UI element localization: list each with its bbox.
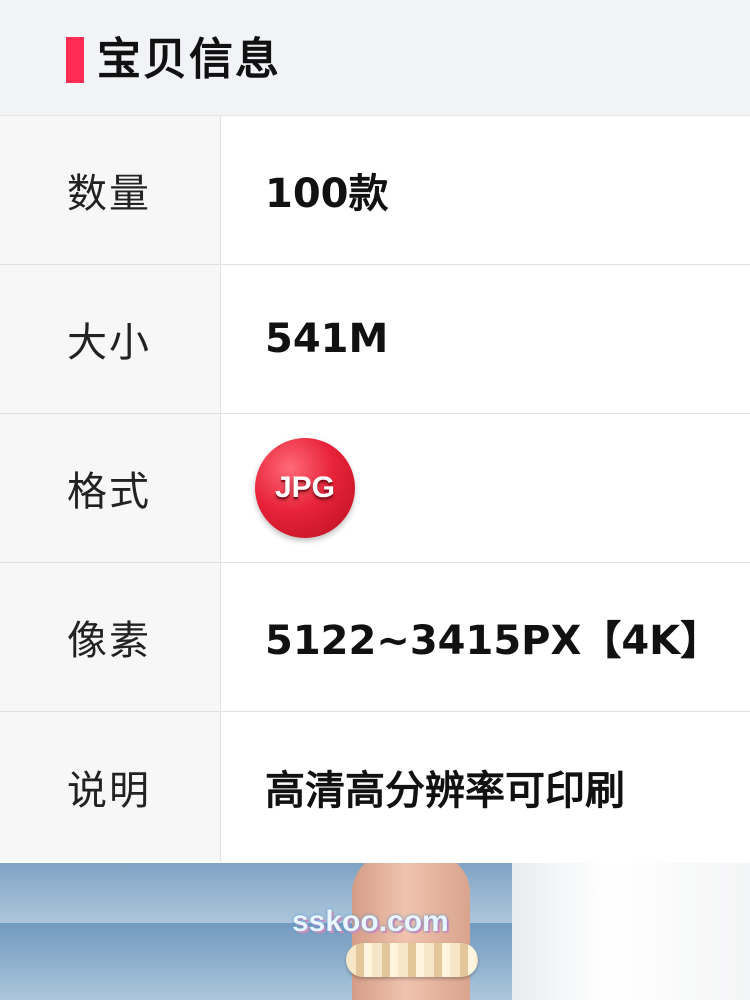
photo-bracelet: [346, 943, 478, 977]
preview-photo: sskoo.com: [0, 863, 750, 1000]
photo-shirt: [512, 863, 750, 1000]
section-title: 宝贝信息: [97, 34, 281, 85]
label-cell: 像素: [0, 563, 221, 711]
row-value: 541M: [265, 316, 389, 362]
label-cell: 格式: [0, 414, 221, 562]
info-row-size: 大小 541M: [0, 265, 750, 414]
label-cell: 数量: [0, 116, 221, 264]
info-row-description: 说明 高清高分辨率可印刷: [0, 712, 750, 861]
row-label: 大小: [67, 320, 151, 366]
info-row-resolution: 像素 5122~3415PX【4K】: [0, 563, 750, 712]
row-label: 说明: [67, 767, 151, 814]
row-value: 100款: [265, 171, 389, 217]
jpg-format-icon: JPG: [255, 438, 355, 538]
label-cell: 大小: [0, 265, 221, 413]
watermark-text: sskoo.com: [292, 905, 449, 938]
label-cell: 说明: [0, 712, 221, 861]
row-label: 数量: [67, 171, 151, 217]
row-label: 格式: [67, 469, 151, 515]
info-row-format: 格式 JPG: [0, 414, 750, 563]
header-accent-bar: [66, 37, 84, 83]
row-label: 像素: [67, 618, 151, 664]
badge-label: JPG: [274, 471, 336, 504]
section-header: 宝贝信息: [0, 0, 750, 116]
row-value: 5122~3415PX【4K】: [265, 618, 721, 664]
info-row-quantity: 数量 100款: [0, 116, 750, 265]
row-value: 高清高分辨率可印刷: [265, 767, 625, 814]
info-table: 数量 100款 大小 541M 格式 JPG 像素 5122~3415PX【4K…: [0, 116, 750, 861]
